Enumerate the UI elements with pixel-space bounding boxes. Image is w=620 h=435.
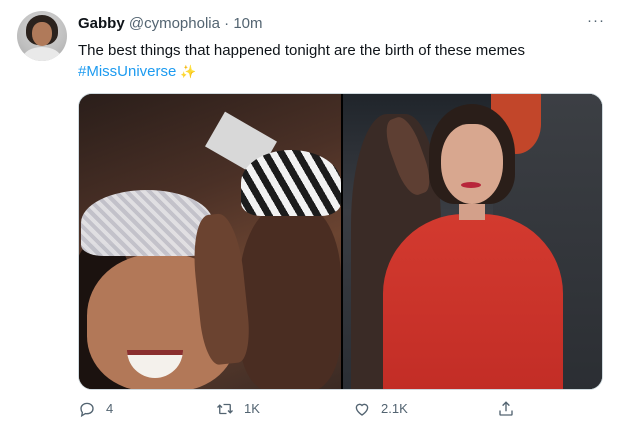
avatar[interactable] [17, 11, 67, 61]
woman-face-shape [239, 204, 341, 389]
headwrap-shape [241, 150, 341, 216]
crown-shape [81, 190, 213, 256]
tweet[interactable]: Gabby @cymopholia · 10m ··· The best thi… [0, 0, 620, 435]
header-separator: · [224, 15, 230, 32]
heart-icon [355, 403, 369, 416]
like-button[interactable]: 2.1K [353, 400, 408, 418]
hashtag-link[interactable]: #MissUniverse [78, 63, 176, 80]
crowning-photo[interactable] [79, 94, 341, 389]
more-options-icon[interactable]: ··· [587, 12, 605, 29]
author-handle[interactable]: @cymopholia [129, 15, 220, 32]
action-bar: 4 1K 2.1K [0, 400, 620, 422]
retweet-count: 1K [244, 401, 260, 416]
retweet-button[interactable]: 1K [216, 400, 260, 418]
tweet-timestamp[interactable]: 10m [233, 15, 262, 32]
tweet-header: Gabby @cymopholia · 10m [78, 14, 263, 34]
reply-icon [80, 402, 94, 418]
reply-button[interactable]: 4 [78, 400, 113, 418]
share-button[interactable] [497, 400, 515, 418]
face-shape [441, 124, 503, 204]
red-dress-shape [383, 214, 563, 389]
avatar-body [23, 47, 61, 61]
avatar-face [32, 22, 52, 46]
media-grid [78, 93, 603, 390]
sparkles-icon: ✨ [180, 64, 197, 79]
tweet-text: The best things that happened tonight ar… [78, 42, 525, 59]
retweet-icon [217, 403, 233, 415]
share-icon [499, 401, 513, 416]
red-dress-photo[interactable] [343, 94, 602, 389]
like-count: 2.1K [381, 401, 408, 416]
hashtag-line: #MissUniverse ✨ [78, 62, 197, 82]
reply-count: 4 [106, 401, 114, 416]
author-name[interactable]: Gabby [78, 15, 125, 32]
lips-shape [461, 182, 481, 188]
